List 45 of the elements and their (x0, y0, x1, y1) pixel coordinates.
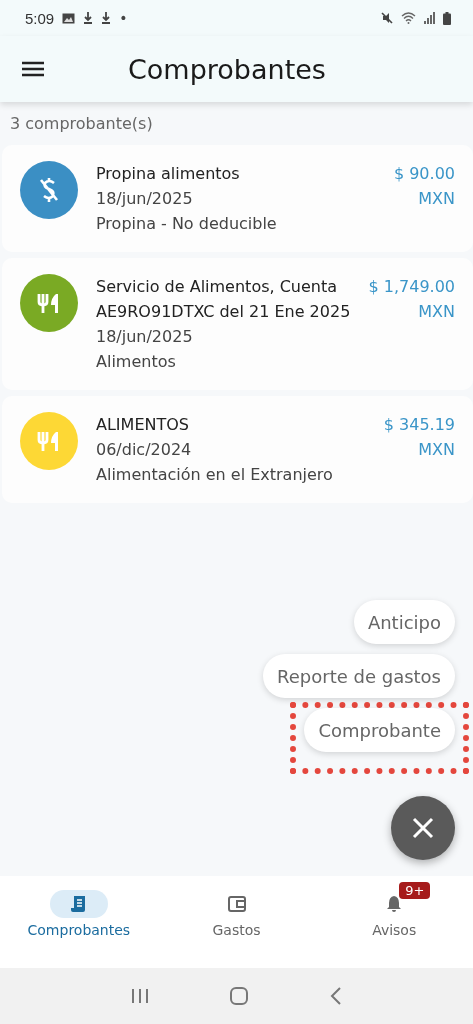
image-icon (62, 12, 76, 24)
battery-icon (443, 11, 451, 25)
receipt-category: Alimentación en el Extranjero (96, 464, 334, 486)
menu-icon[interactable] (22, 61, 44, 77)
receipt-date: 18/jun/2025 (96, 188, 194, 210)
close-icon (412, 817, 434, 839)
receipt-card[interactable]: ALIMENTOS 06/dic/2024 Alimentación en el Extranjero $ 345.19 MXN (2, 396, 473, 503)
currency-label: MXN (417, 439, 455, 461)
nav-tab[interactable]: 9+ Avisos (315, 876, 473, 968)
speed-dial-action[interactable]: Reporte de gastos (263, 654, 455, 698)
receipt-title: ALIMENTOS (96, 414, 190, 436)
receipt-icon (70, 895, 87, 913)
wallet-icon (227, 896, 246, 912)
receipt-card[interactable]: Servicio de Alimentos, Cuenta AE9RO91DTXC del 21 Ene 2025 18/jun/2025 Alimentos $ 1,749.00 MXN (2, 258, 473, 390)
fab-button[interactable] (391, 796, 455, 860)
receipt-date: 18/jun/2025 (96, 326, 194, 348)
nav-tab[interactable]: Comprobantes (0, 876, 158, 968)
nav-tab[interactable]: Gastos (157, 876, 316, 968)
back-icon[interactable] (330, 987, 343, 1005)
speed-dial-action[interactable]: Comprobante (304, 708, 455, 752)
receipt-count: 3 comprobante(s) (9, 113, 154, 135)
download-icon (101, 12, 112, 24)
notification-dot: • (119, 10, 128, 26)
recent-apps-icon[interactable] (130, 988, 149, 1004)
status-time: 5:09 (25, 9, 55, 27)
receipt-category: Alimentos (96, 351, 177, 373)
signal-icon (424, 12, 435, 24)
receipt-date: 06/dic/2024 (96, 439, 193, 461)
receipt-amount: $ 345.19 (383, 414, 455, 436)
page-title: Comprobantes (128, 53, 326, 85)
notification-badge: 9+ (399, 882, 431, 899)
mute-icon (381, 12, 393, 24)
receipt-amount: $ 1,749.00 (368, 276, 455, 298)
receipt-title: Servicio de Alimentos, Cuenta AE9RO91DTXC del 21 Ene 2025 (96, 276, 351, 323)
home-icon[interactable] (230, 987, 249, 1005)
download-icon (83, 12, 94, 24)
currency-label: MXN (417, 301, 455, 323)
currency-label: MXN (417, 188, 455, 210)
receipt-amount: $ 90.00 (393, 163, 455, 185)
bell-icon (386, 895, 403, 913)
receipt-card[interactable]: Propina alimentos 18/jun/2025 Propina - No deducible $ 90.00 MXN (2, 145, 473, 252)
wifi-icon (401, 12, 416, 24)
receipt-category: Propina - No deducible (96, 213, 278, 235)
receipt-title: Propina alimentos (96, 163, 241, 185)
speed-dial-action[interactable]: Anticipo (353, 600, 455, 644)
